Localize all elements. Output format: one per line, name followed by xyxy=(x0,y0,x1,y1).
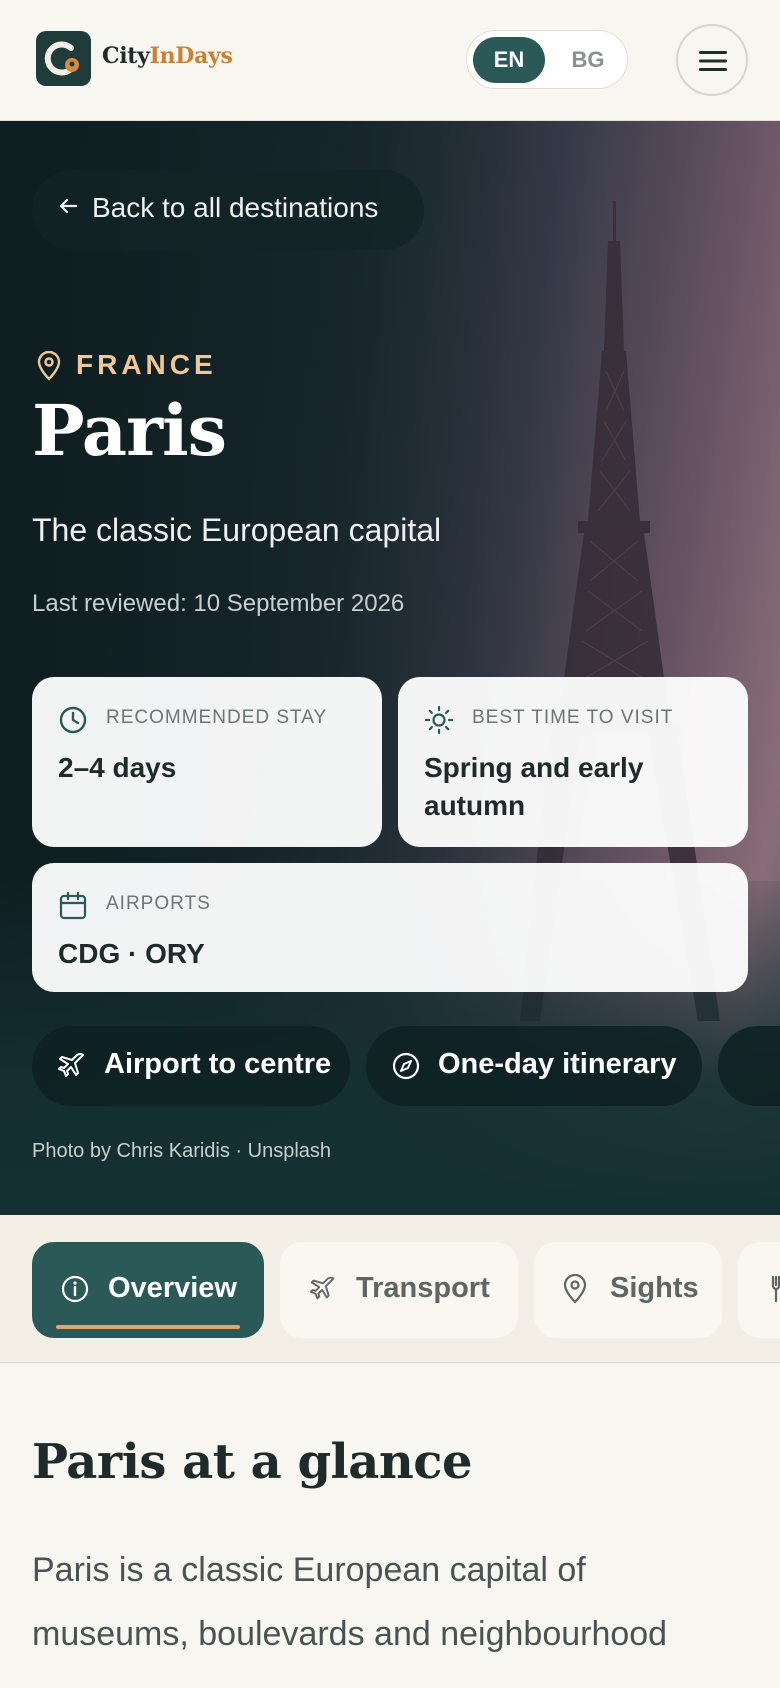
tab-label: Sights xyxy=(610,1272,699,1304)
logo-wordmark[interactable]: CityInDays xyxy=(102,43,233,69)
intro-paragraph: Paris is a classic European capital of m… xyxy=(32,1551,668,1653)
hero-section: Back to all destinations FRANCE Paris Th… xyxy=(0,121,780,1215)
lang-en-button[interactable]: EN xyxy=(473,37,545,83)
plane-icon xyxy=(58,1052,84,1077)
compass-icon xyxy=(392,1052,420,1080)
lang-bg-button[interactable]: BG xyxy=(557,37,619,83)
location-pin-icon xyxy=(37,351,61,381)
tab-label: Overview xyxy=(108,1272,237,1304)
logo-part-indays: InDays xyxy=(149,43,233,69)
card-key: BEST TIME TO VISIT xyxy=(472,707,674,728)
info-icon xyxy=(61,1275,89,1303)
site-header: CityInDays EN BG xyxy=(0,0,780,121)
section-tabs: Overview Transport Sights xyxy=(0,1215,780,1363)
tab-label: Transport xyxy=(356,1272,490,1304)
plane-icon xyxy=(309,1276,335,1300)
tab-food[interactable] xyxy=(738,1242,780,1338)
arrow-left-icon xyxy=(59,198,78,214)
last-reviewed: Last reviewed: 10 September 2026 xyxy=(32,590,405,617)
pill-label: Airport to centre xyxy=(104,1048,332,1080)
city-tagline: The classic European capital xyxy=(32,512,442,548)
card-value: 2–4 days xyxy=(58,752,177,783)
airport-to-centre-link[interactable]: Airport to centre xyxy=(32,1026,350,1106)
card-key: AIRPORTS xyxy=(106,893,211,914)
active-tab-indicator xyxy=(56,1325,240,1329)
pill-label: One-day itinerary xyxy=(438,1048,677,1080)
card-key: RECOMMENDED STAY xyxy=(106,707,328,728)
airports-card: AIRPORTS CDG · ORY xyxy=(32,863,748,992)
sun-icon xyxy=(424,705,454,735)
back-to-destinations-button[interactable]: Back to all destinations xyxy=(32,170,424,250)
best-time-card: BEST TIME TO VISIT Spring and early autu… xyxy=(398,677,748,847)
section-title: Paris at a glance xyxy=(32,1434,473,1490)
fork-knife-icon xyxy=(771,1275,780,1303)
hamburger-icon xyxy=(699,51,727,71)
one-day-itinerary-link[interactable]: One-day itinerary xyxy=(366,1026,702,1106)
country-label: FRANCE xyxy=(76,349,217,380)
recommended-stay-card: RECOMMENDED STAY 2–4 days xyxy=(32,677,382,847)
logo-part-city: City xyxy=(102,43,150,69)
calendar-icon xyxy=(59,891,87,920)
menu-button[interactable] xyxy=(676,24,748,96)
photo-credit: Photo by Chris Karidis · Unsplash xyxy=(32,1140,332,1162)
tab-transport[interactable]: Transport xyxy=(280,1242,518,1338)
logo-icon[interactable] xyxy=(36,31,91,86)
tab-overview[interactable]: Overview xyxy=(32,1242,264,1338)
language-toggle: EN BG xyxy=(466,30,628,89)
back-label: Back to all destinations xyxy=(92,192,379,223)
tab-sights[interactable]: Sights xyxy=(534,1242,722,1338)
clock-icon xyxy=(59,706,87,734)
city-title: Paris xyxy=(32,389,227,472)
card-value: CDG · ORY xyxy=(58,938,205,969)
card-value: Spring and early autumn xyxy=(424,752,644,821)
pin-icon xyxy=(563,1274,587,1304)
